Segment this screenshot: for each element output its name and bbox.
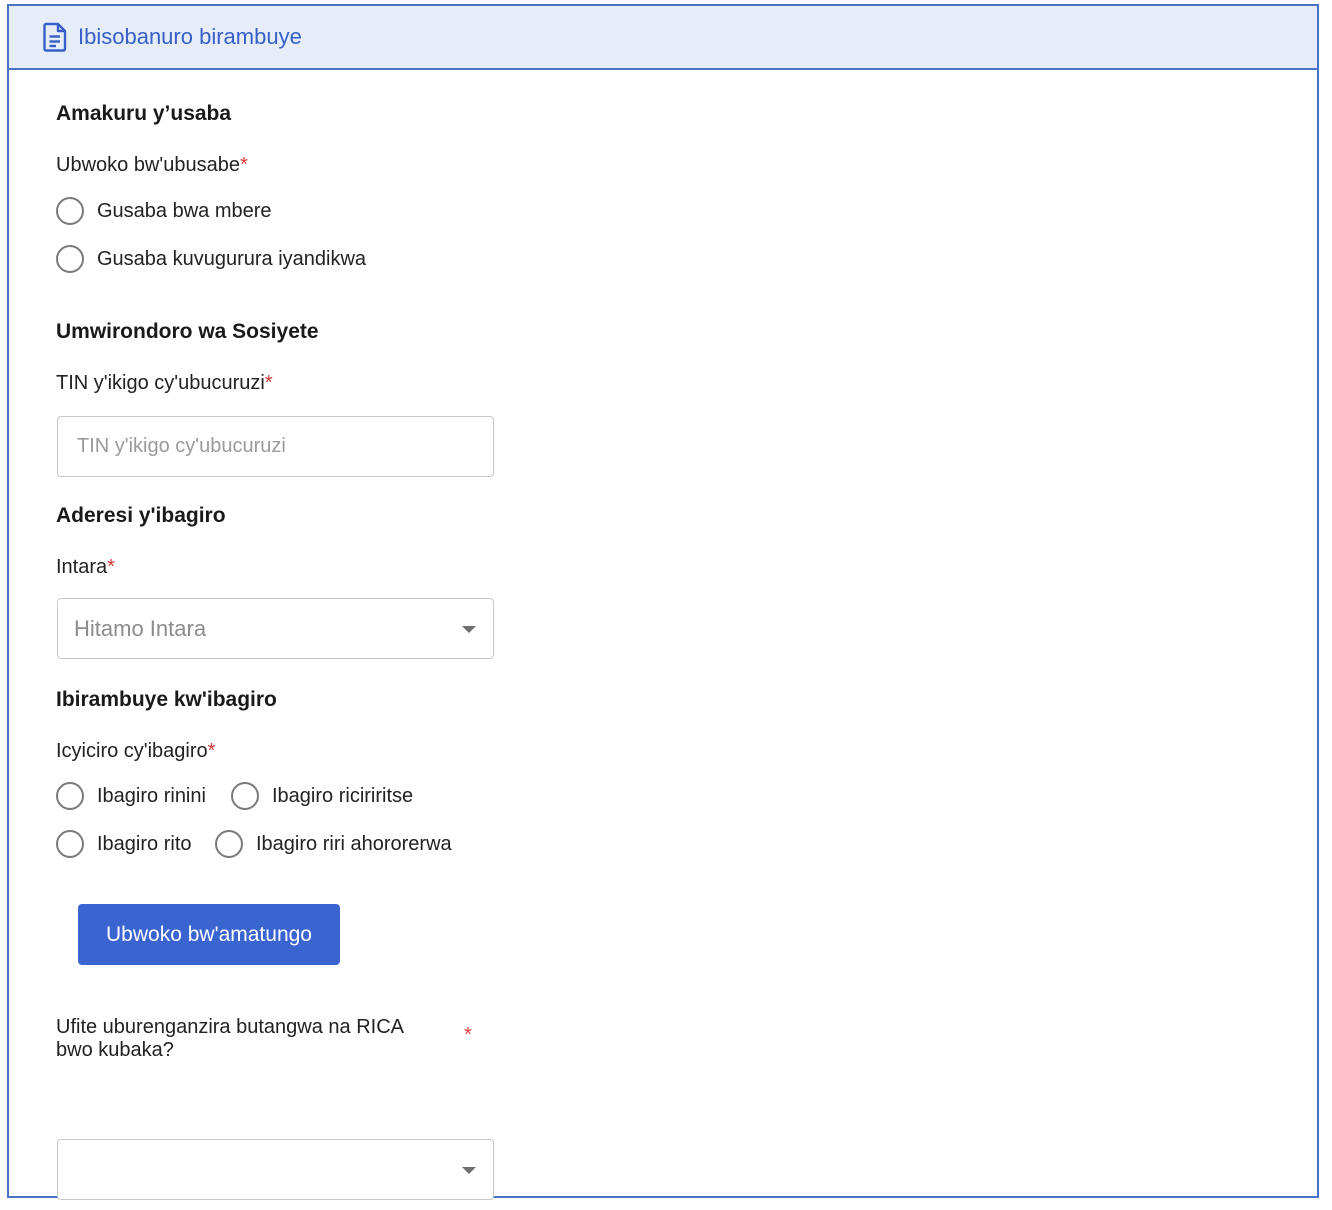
radio-label: Ibagiro riri ahororerwa xyxy=(256,832,452,855)
radio-option-first-request[interactable]: Gusaba bwa mbere xyxy=(56,197,272,225)
request-type-label: Ubwoko bw'ubusabe* xyxy=(56,154,248,177)
required-mark: * xyxy=(107,556,115,578)
radio-option-large[interactable]: Ibagiro rinini xyxy=(56,782,206,810)
tin-label-text: TIN y'ikigo cy'ubucuruzi xyxy=(56,372,265,394)
required-mark: * xyxy=(464,1024,472,1046)
livestock-types-button[interactable]: Ubwoko bw'amatungo xyxy=(78,904,340,965)
radio-button[interactable] xyxy=(231,782,259,810)
details-panel: Ibisobanuro birambuye Amakuru y’usaba Ub… xyxy=(7,4,1319,1200)
chevron-down-icon xyxy=(462,1167,476,1174)
panel-title: Ibisobanuro birambuye xyxy=(78,24,302,49)
request-type-label-text: Ubwoko bw'ubusabe xyxy=(56,154,240,176)
category-label-text: Icyiciro cy'ibagiro xyxy=(56,740,208,762)
category-label: Icyiciro cy'ibagiro* xyxy=(56,740,215,763)
required-mark: * xyxy=(239,154,248,176)
rica-permit-label-line1: Ufite uburenganzira butangwa na RICA xyxy=(56,1016,404,1038)
radio-label: Ibagiro rito xyxy=(97,832,192,855)
panel-header: Ibisobanuro birambuye xyxy=(9,6,1317,70)
radio-option-renewal-request[interactable]: Gusaba kuvugurura iyandikwa xyxy=(56,245,366,273)
radio-label: Gusaba kuvugurura iyandikwa xyxy=(97,247,367,270)
radio-label: Ibagiro riciriritse xyxy=(272,784,414,807)
radio-button[interactable] xyxy=(56,245,84,273)
required-mark: * xyxy=(264,372,273,394)
radio-button[interactable] xyxy=(56,830,84,858)
province-label-text: Intara xyxy=(56,556,108,578)
required-mark: * xyxy=(207,740,216,762)
radio-button[interactable] xyxy=(56,782,84,810)
radio-option-medium[interactable]: Ibagiro riciriritse xyxy=(231,782,413,810)
section-title-address: Aderesi y'ibagiro xyxy=(56,504,226,527)
radio-option-small[interactable]: Ibagiro rito xyxy=(56,830,192,858)
radio-label: Gusaba bwa mbere xyxy=(97,199,272,222)
tin-label: TIN y'ikigo cy'ubucuruzi* xyxy=(56,372,273,395)
form-content: Amakuru y’usaba Ubwoko bw'ubusabe* Gusab… xyxy=(56,70,1256,1200)
section-title-application-info: Amakuru y’usaba xyxy=(56,102,232,125)
radio-label: Ibagiro rinini xyxy=(97,784,206,807)
province-label: Intara* xyxy=(56,556,115,579)
radio-button[interactable] xyxy=(215,830,243,858)
rica-permit-label: Ufite uburenganzira butangwa na RICA bwo… xyxy=(56,1016,436,1062)
province-select-placeholder: Hitamo Intara xyxy=(74,615,207,641)
radio-option-farm[interactable]: Ibagiro riri ahororerwa xyxy=(215,830,452,858)
section-title-details: Ibirambuye kw'ibagiro xyxy=(56,688,277,711)
chevron-down-icon xyxy=(462,626,476,633)
document-icon xyxy=(42,22,68,52)
section-title-company-profile: Umwirondoro wa Sosiyete xyxy=(56,320,319,343)
rica-permit-label-line2: bwo kubaka? xyxy=(56,1039,174,1061)
rica-permit-select[interactable] xyxy=(57,1139,494,1200)
tin-input[interactable] xyxy=(57,416,494,477)
radio-button[interactable] xyxy=(56,197,84,225)
province-select[interactable]: Hitamo Intara xyxy=(57,598,494,659)
